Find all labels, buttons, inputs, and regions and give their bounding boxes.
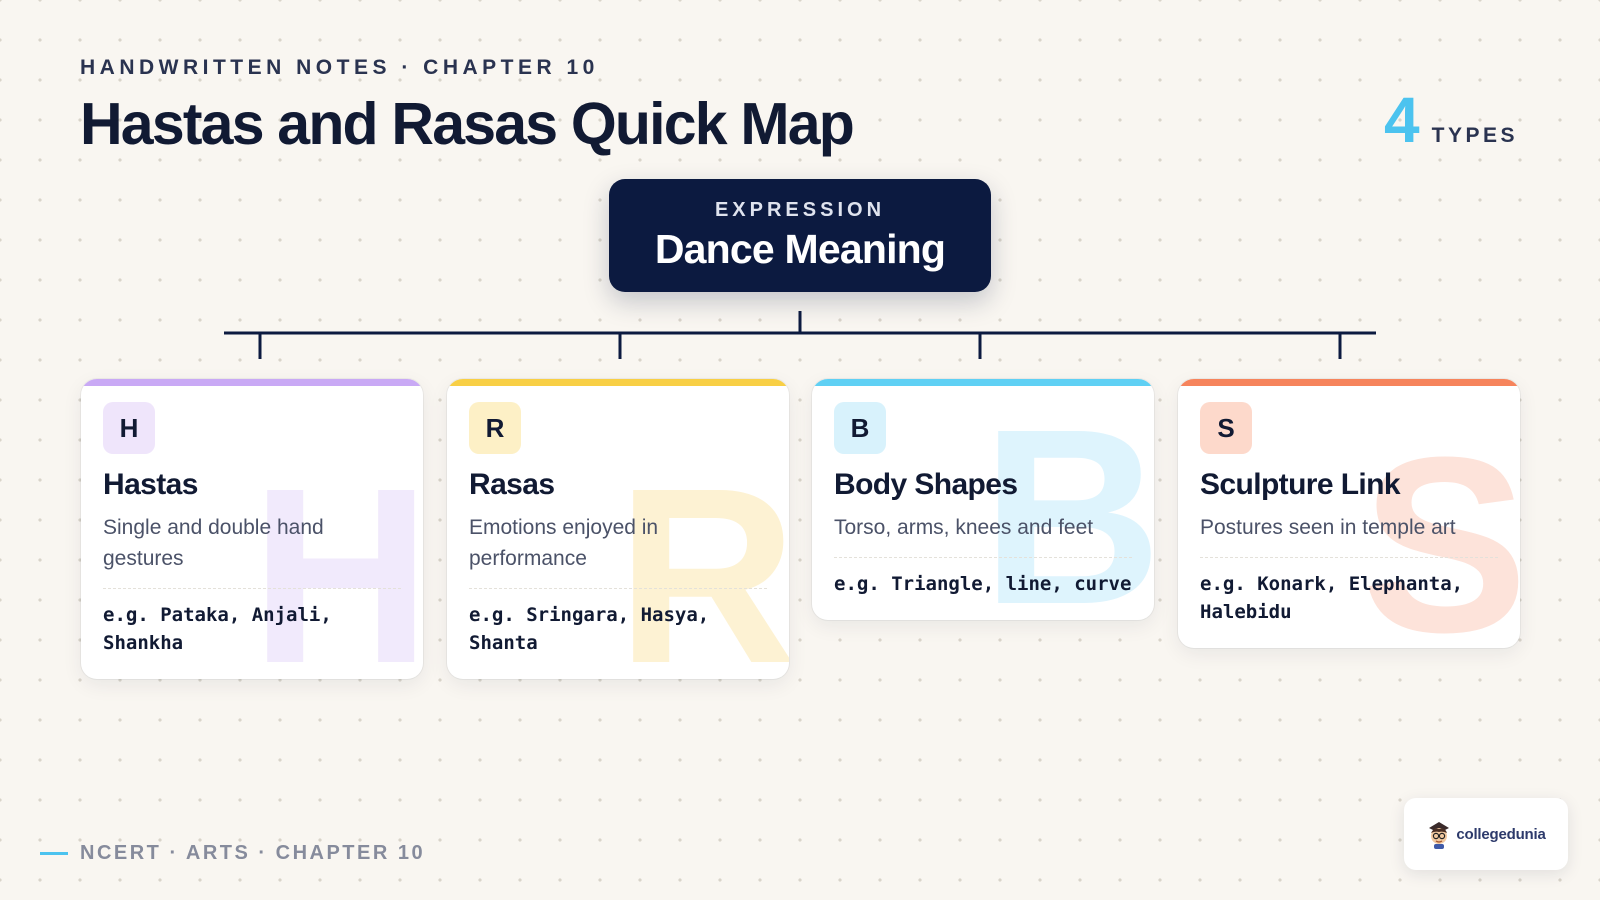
card-title: Body Shapes bbox=[834, 468, 1018, 501]
card-divider bbox=[1200, 557, 1498, 558]
logo-wordmark: collegedunia bbox=[1456, 825, 1546, 843]
card-divider bbox=[103, 588, 401, 589]
card-description: Single and double hand gestures bbox=[103, 516, 324, 570]
root-node-kicker: EXPRESSION bbox=[714, 198, 886, 221]
student-mascot-icon bbox=[1429, 822, 1450, 849]
root-node-title: Dance Meaning bbox=[654, 225, 946, 272]
type-count: 4 TYPES bbox=[1384, 88, 1518, 152]
card-example: e.g. Pataka, Anjali, Shankha bbox=[103, 604, 332, 654]
page-title: Hastas and Rasas Quick Map bbox=[80, 91, 855, 157]
card-badge: R bbox=[469, 402, 521, 454]
card-hastas: H H Hastas Single and double hand gestur… bbox=[81, 379, 423, 679]
card-body-shapes: B B Body Shapes Torso, arms, knees and f… bbox=[812, 379, 1154, 620]
card-badge: B bbox=[834, 402, 886, 454]
card-accent-bar bbox=[81, 379, 423, 386]
card-description: Postures seen in temple art bbox=[1200, 516, 1456, 539]
card-badge: H bbox=[103, 402, 155, 454]
header-kicker: HANDWRITTEN NOTES · CHAPTER 10 bbox=[80, 56, 599, 79]
root-node: EXPRESSION Dance Meaning bbox=[609, 179, 991, 292]
type-count-label: TYPES bbox=[1431, 124, 1518, 147]
card-sculpture-link: S S Sculpture Link Postures seen in temp… bbox=[1178, 379, 1520, 648]
footer-accent-line bbox=[40, 852, 68, 855]
card-title: Rasas bbox=[469, 468, 555, 501]
card-accent-bar bbox=[812, 379, 1154, 386]
card-body: B Body Shapes Torso, arms, knees and fee… bbox=[812, 386, 1154, 620]
card-title: Sculpture Link bbox=[1200, 468, 1401, 501]
card-accent-bar bbox=[1178, 379, 1520, 386]
card-body: H Hastas Single and double hand gestures… bbox=[81, 386, 423, 679]
card-rasas: R R Rasas Emotions enjoyed in performanc… bbox=[447, 379, 789, 679]
card-accent-bar bbox=[447, 379, 789, 386]
card-description: Emotions enjoyed in performance bbox=[469, 516, 659, 570]
card-divider bbox=[834, 557, 1132, 558]
card-badge: S bbox=[1200, 402, 1252, 454]
footer-label: NCERT · ARTS · CHAPTER 10 bbox=[80, 842, 426, 864]
card-body: S Sculpture Link Postures seen in temple… bbox=[1178, 386, 1520, 648]
type-count-number: 4 bbox=[1384, 84, 1420, 156]
card-example: e.g. Konark, Elephanta, Halebidu bbox=[1200, 573, 1464, 623]
card-description: Torso, arms, knees and feet bbox=[834, 516, 1094, 539]
card-title: Hastas bbox=[103, 468, 198, 501]
collegedunia-logo[interactable]: collegedunia bbox=[1404, 798, 1568, 870]
card-divider bbox=[469, 588, 767, 589]
card-example: e.g. Sringara, Hasya, Shanta bbox=[469, 604, 710, 654]
card-body: R Rasas Emotions enjoyed in performance … bbox=[447, 386, 789, 679]
card-example: e.g. Triangle, line, curve bbox=[834, 573, 1132, 595]
